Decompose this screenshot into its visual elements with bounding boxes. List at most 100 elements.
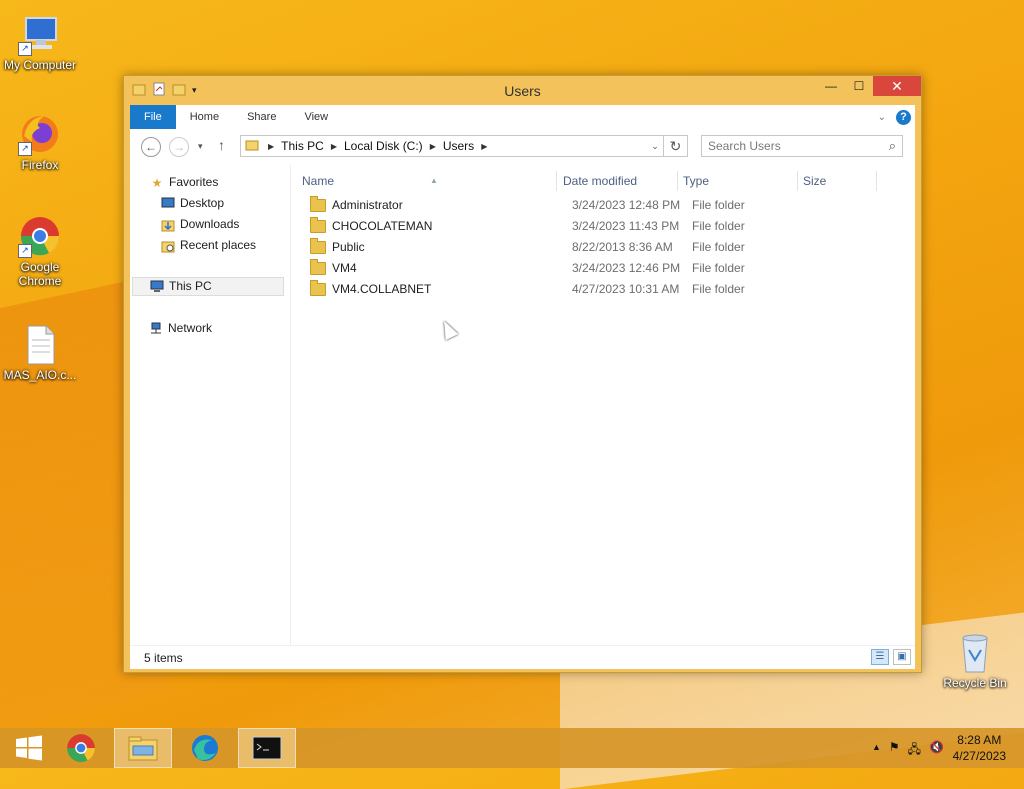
column-separator[interactable]: [876, 171, 877, 191]
address-bar[interactable]: ▶ This PC ▶ Local Disk (C:) ▶ Users ▶ ⌄: [240, 135, 664, 157]
desktop-icon-label: Recycle Bin: [943, 676, 1007, 690]
nav-downloads[interactable]: Downloads: [161, 215, 239, 234]
desktop-icon-recycle-bin[interactable]: Recycle Bin: [935, 630, 1015, 690]
list-item[interactable]: Administrator 3/24/2023 12:48 PM File fo…: [304, 195, 904, 216]
folder-icon: [310, 217, 326, 233]
close-button[interactable]: ✕: [873, 76, 921, 96]
desktop-icon-google-chrome[interactable]: ↗ Google Chrome: [0, 214, 80, 288]
help-icon[interactable]: ?: [896, 109, 911, 125]
breadcrumb-this-pc[interactable]: This PC: [277, 139, 328, 153]
breadcrumb-separator: ▶: [481, 141, 488, 151]
clock[interactable]: 8:28 AM 4/27/2023: [953, 732, 1006, 764]
item-count: 5 items: [144, 651, 183, 665]
taskbar-chrome[interactable]: [52, 728, 110, 768]
desktop-icon-my-computer[interactable]: ↗ My Computer: [0, 12, 80, 72]
nav-this-pc[interactable]: This PC: [132, 277, 284, 296]
chrome-icon: [67, 734, 95, 763]
up-arrow-icon[interactable]: ↑: [218, 137, 225, 153]
file-explorer-icon: [128, 736, 158, 761]
column-separator[interactable]: [797, 171, 798, 191]
list-item[interactable]: CHOCOLATEMAN 3/24/2023 11:43 PM File fol…: [304, 216, 904, 237]
star-icon: ★: [151, 175, 163, 190]
desktop-icon-label: My Computer: [3, 58, 77, 72]
tab-view[interactable]: View: [290, 105, 342, 129]
search-box: ⌕: [701, 135, 903, 157]
column-separator[interactable]: [556, 171, 557, 191]
large-icons-view-icon[interactable]: ▣: [893, 649, 911, 665]
list-item[interactable]: VM4.COLLABNET 4/27/2023 10:31 AM File fo…: [304, 279, 904, 300]
command-prompt-icon: [252, 736, 282, 760]
computer-icon: ↗: [18, 12, 62, 56]
show-hidden-icons-icon[interactable]: ▲: [872, 740, 881, 761]
chrome-icon: ↗: [18, 214, 62, 258]
firefox-icon: ↗: [18, 112, 62, 156]
system-tray: ▲ ⚑ 🖧 🔇: [872, 740, 944, 761]
search-icon[interactable]: ⌕: [889, 138, 896, 154]
address-row: ← → ▾ ↑ ▶ This PC ▶ Local Disk (C:) ▶ Us…: [130, 129, 915, 165]
taskbar: ▲ ⚑ 🖧 🔇 8:28 AM 4/27/2023: [0, 728, 1024, 768]
list-item[interactable]: Public 8/22/2013 8:36 AM File folder: [304, 237, 904, 258]
folder-icon: [310, 280, 326, 296]
forward-button[interactable]: →: [169, 137, 189, 157]
sort-ascending-icon: ▲: [430, 176, 438, 185]
desktop-icon-firefox[interactable]: ↗ Firefox: [0, 112, 80, 172]
title-bar[interactable]: ▾ Users — ☐ ✕: [124, 76, 921, 103]
column-header-size[interactable]: Size: [803, 171, 826, 191]
minimize-button[interactable]: —: [817, 76, 845, 96]
clock-time: 8:28 AM: [957, 733, 1002, 747]
breadcrumb-separator: ▶: [268, 141, 275, 151]
nav-recent-places[interactable]: Recent places: [161, 236, 256, 255]
ribbon-tabs: File Home Share View ⌄ ?: [130, 105, 915, 129]
nav-desktop[interactable]: Desktop: [161, 194, 224, 213]
recycle-bin-icon: [953, 630, 997, 674]
file-list: Name ▲ Date modified Type Size Administr…: [298, 165, 915, 646]
desktop-icon-mas-aio[interactable]: MAS_AIO.c...: [0, 322, 80, 382]
desktop-icon-label: Firefox: [21, 158, 59, 172]
chevron-down-icon[interactable]: ⌄: [647, 141, 663, 152]
start-button[interactable]: [0, 728, 58, 768]
explorer-window: ▾ Users — ☐ ✕ File Home Share View ⌄ ? ←…: [123, 75, 922, 673]
network-icon[interactable]: 🖧: [908, 740, 921, 761]
back-button[interactable]: ←: [141, 137, 161, 157]
recent-locations-icon[interactable]: ▾: [198, 141, 203, 152]
column-header-date[interactable]: Date modified: [563, 171, 637, 191]
navigation-pane: ★ Favorites Desktop Downloads Recent pla…: [130, 165, 291, 646]
details-view-icon[interactable]: ☰: [871, 649, 889, 665]
breadcrumb-separator: ▶: [330, 141, 337, 151]
main-pane: ★ Favorites Desktop Downloads Recent pla…: [130, 165, 915, 646]
volume-muted-icon[interactable]: 🔇: [929, 740, 944, 761]
tab-home[interactable]: Home: [176, 105, 233, 129]
breadcrumb-separator: ▶: [429, 141, 436, 151]
action-center-flag-icon[interactable]: ⚑: [889, 740, 900, 761]
status-bar: 5 items ☰ ▣: [130, 645, 915, 669]
column-separator[interactable]: [677, 171, 678, 191]
breadcrumb-local-disk[interactable]: Local Disk (C:): [340, 139, 427, 153]
nav-favorites[interactable]: ★ Favorites: [150, 173, 219, 192]
column-header-name[interactable]: Name ▲: [302, 171, 552, 191]
taskbar-file-explorer[interactable]: [114, 728, 172, 768]
folder-icon: [310, 259, 326, 275]
maximize-button[interactable]: ☐: [845, 76, 873, 96]
clock-date: 4/27/2023: [952, 749, 1006, 763]
list-item[interactable]: VM4 3/24/2023 12:46 PM File folder: [304, 258, 904, 279]
folder-icon: [310, 196, 326, 212]
nav-network[interactable]: Network: [149, 319, 212, 338]
refresh-button[interactable]: ↻: [664, 135, 688, 157]
edge-icon: [192, 735, 218, 761]
window-controls: — ☐ ✕: [817, 76, 921, 96]
folder-icon: [310, 238, 326, 254]
tab-share[interactable]: Share: [233, 105, 290, 129]
window-title: Users: [504, 83, 541, 99]
folder-icon: [241, 139, 265, 154]
taskbar-command-prompt[interactable]: [238, 728, 296, 768]
recent-places-icon: [161, 239, 175, 253]
expand-ribbon-icon[interactable]: ⌄: [878, 112, 886, 123]
file-icon: [18, 322, 62, 366]
tab-file[interactable]: File: [130, 105, 176, 129]
search-input[interactable]: [702, 136, 884, 156]
computer-icon: [150, 280, 164, 294]
desktop-icon-label: Google Chrome: [18, 260, 62, 288]
column-header-type[interactable]: Type: [683, 171, 709, 191]
breadcrumb-users[interactable]: Users: [439, 139, 478, 153]
taskbar-edge[interactable]: [176, 728, 234, 768]
